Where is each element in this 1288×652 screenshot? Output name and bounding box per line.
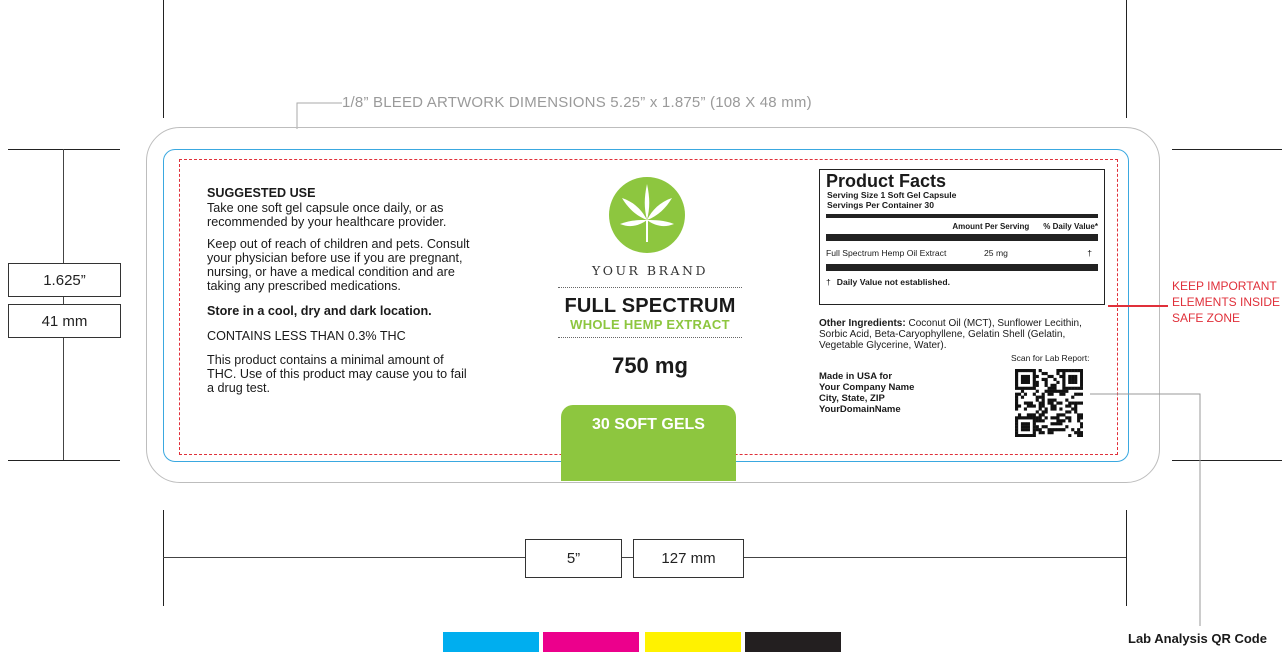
facts-header-row: Amount Per Serving % Daily Value* xyxy=(826,222,1098,231)
col-dv-header: % Daily Value* xyxy=(1043,222,1098,231)
city-state-zip: City, State, ZIP xyxy=(819,393,885,404)
swatch-magenta xyxy=(543,632,639,652)
domain-name: YourDomainName xyxy=(819,404,901,415)
height-inches-box: 1.625” xyxy=(8,263,121,297)
col-amount-header: Amount Per Serving xyxy=(952,222,1030,231)
footnote-symbol: † xyxy=(826,277,831,287)
left-column: SUGGESTED USE Take one soft gel capsule … xyxy=(207,186,507,395)
facts-ingredient-row: Full Spectrum Hemp Oil Extract 25 mg † xyxy=(826,248,1098,258)
count-badge: 30 SOFT GELS xyxy=(561,405,736,481)
center-column: YOUR BRAND FULL SPECTRUM WHOLE HEMP EXTR… xyxy=(557,170,743,379)
crop-mark-top-right xyxy=(1126,0,1127,118)
storage-text: Store in a cool, dry and dark location. xyxy=(207,304,432,318)
swatch-yellow xyxy=(645,632,741,652)
suggested-use-heading: SUGGESTED USE xyxy=(207,186,316,200)
ingredient-dv: † xyxy=(1087,248,1092,258)
crop-mark-right-top xyxy=(1172,149,1282,150)
servings-per-container: Servings Per Container 30 xyxy=(827,200,934,210)
count-label: 30 SOFT GELS xyxy=(592,416,705,433)
ingredient-amount: 25 mg xyxy=(984,248,1008,258)
swatch-black xyxy=(745,632,841,652)
divider-bottom xyxy=(558,337,742,338)
made-in-block: Made in USA for Your Company Name City, … xyxy=(819,371,914,415)
product-facts-panel: Product Facts Serving Size 1 Soft Gel Ca… xyxy=(819,169,1105,305)
crop-mark-left-bottom xyxy=(8,460,120,461)
facts-bar-3 xyxy=(826,264,1098,271)
facts-bar-1 xyxy=(826,214,1098,218)
qr-code-icon[interactable] xyxy=(1015,369,1083,437)
made-in-text: Made in USA for xyxy=(819,371,893,382)
thc-warning-text: This product contains a minimal amount o… xyxy=(207,353,467,395)
product-subtitle: WHOLE HEMP EXTRACT xyxy=(570,317,730,332)
width-inches-box: 5” xyxy=(525,539,622,578)
qr-leader-line xyxy=(1090,393,1201,626)
product-title: FULL SPECTRUM xyxy=(564,295,736,317)
thc-text: CONTAINS LESS THAN 0.3% THC xyxy=(207,329,406,343)
facts-title: Product Facts xyxy=(826,171,947,191)
height-mm-box: 41 mm xyxy=(8,304,121,338)
serving-size: Serving Size 1 Soft Gel Capsule xyxy=(827,190,957,200)
bleed-leader-line xyxy=(296,102,342,129)
facts-bar-2 xyxy=(826,234,1098,241)
safe-zone-pointer xyxy=(1108,305,1168,307)
facts-footnote-row: † Daily Value not established. xyxy=(826,277,1098,287)
crop-mark-bottom-left xyxy=(163,510,164,606)
bleed-dimensions-label: 1/8” BLEED ARTWORK DIMENSIONS 5.25” x 1.… xyxy=(342,94,812,111)
divider-top xyxy=(558,287,742,288)
footnote-text: Daily Value not established. xyxy=(836,277,950,287)
product-amount: 750 mg xyxy=(612,353,688,378)
crop-mark-left-top xyxy=(8,149,120,150)
qr-caption: Lab Analysis QR Code xyxy=(1128,631,1267,646)
safe-zone-annotation: KEEP IMPORTANT ELEMENTS INSIDE SAFE ZONE xyxy=(1172,279,1281,325)
width-mm-box: 127 mm xyxy=(633,539,744,578)
warning-text: Keep out of reach of children and pets. … xyxy=(207,237,470,293)
brand-name: YOUR BRAND xyxy=(591,263,708,278)
other-ingredients: Other Ingredients: Coconut Oil (MCT), Su… xyxy=(819,318,1111,351)
other-ingredients-label: Other Ingredients: xyxy=(819,318,906,329)
crop-mark-top-left xyxy=(163,0,164,118)
scan-label: Scan for Lab Report: xyxy=(1011,353,1090,363)
suggested-use-text: Take one soft gel capsule once daily, or… xyxy=(207,201,447,229)
ingredient-name: Full Spectrum Hemp Oil Extract xyxy=(826,248,947,258)
swatch-cyan xyxy=(443,632,539,652)
company-name: Your Company Name xyxy=(819,382,915,393)
